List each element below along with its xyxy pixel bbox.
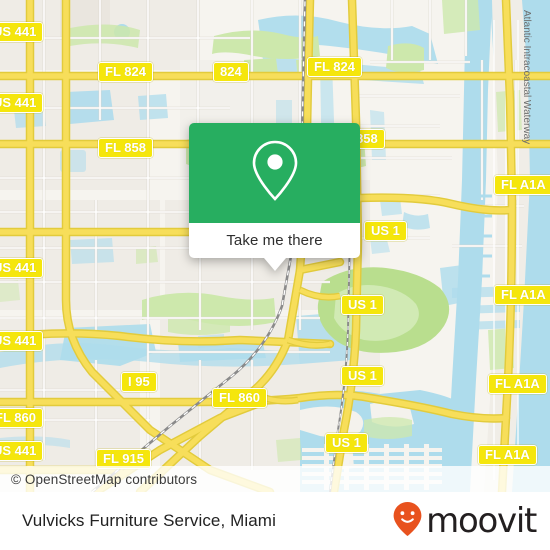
map-pin-icon [249, 139, 301, 208]
shield-824: 824 [213, 62, 249, 82]
shield-fl-a1a-2: FL A1A [494, 285, 550, 305]
shield-us-441-2: US 441 [0, 93, 44, 113]
place-title: Vulvicks Furniture Service, Miami [22, 511, 276, 530]
shield-fl-a1a-4: FL A1A [478, 445, 537, 465]
popup-icon-area [189, 123, 360, 223]
shield-fl-860-2: FL 860 [0, 408, 43, 428]
shield-us-1-4: US 1 [325, 433, 368, 453]
shield-fl-a1a-3: FL A1A [488, 374, 547, 394]
take-me-there-label: Take me there [226, 232, 323, 249]
shield-i-95: I 95 [121, 372, 157, 392]
shield-us-441-4: US 441 [0, 331, 44, 351]
map-popup-card[interactable]: Take me there [189, 123, 360, 271]
shield-us-1-3: US 1 [341, 366, 384, 386]
moovit-logo[interactable]: moovit [392, 501, 537, 542]
moovit-wordmark: moovit [426, 501, 537, 541]
shield-fl-824-2: FL 824 [307, 57, 362, 77]
popup-tail [263, 258, 286, 271]
map-screenshot: Atlantic Intracoastal Waterway US 441 FL … [0, 0, 550, 550]
waterway-label: Atlantic Intracoastal Waterway [521, 10, 532, 145]
shield-us-441-3: US 441 [0, 258, 44, 278]
attribution-text: © OpenStreetMap contributors [11, 471, 198, 487]
moovit-pin-smiley-icon [392, 501, 423, 542]
shield-us-1-1: US 1 [364, 221, 407, 241]
shield-fl-860-1: FL 860 [212, 388, 267, 408]
footer-bar: Vulvicks Furniture Service, Miami moovit [0, 492, 550, 550]
shield-us-441-1: US 441 [0, 22, 44, 42]
popup-action-bar[interactable]: Take me there [189, 223, 360, 271]
map-attribution: © OpenStreetMap contributors [0, 466, 550, 492]
shield-fl-858-1: FL 858 [98, 138, 153, 158]
shield-fl-824-1: FL 824 [98, 62, 153, 82]
shield-us-441-5: US 441 [0, 441, 44, 461]
shield-fl-a1a-1: FL A1A [494, 175, 550, 195]
shield-us-1-2: US 1 [341, 295, 384, 315]
